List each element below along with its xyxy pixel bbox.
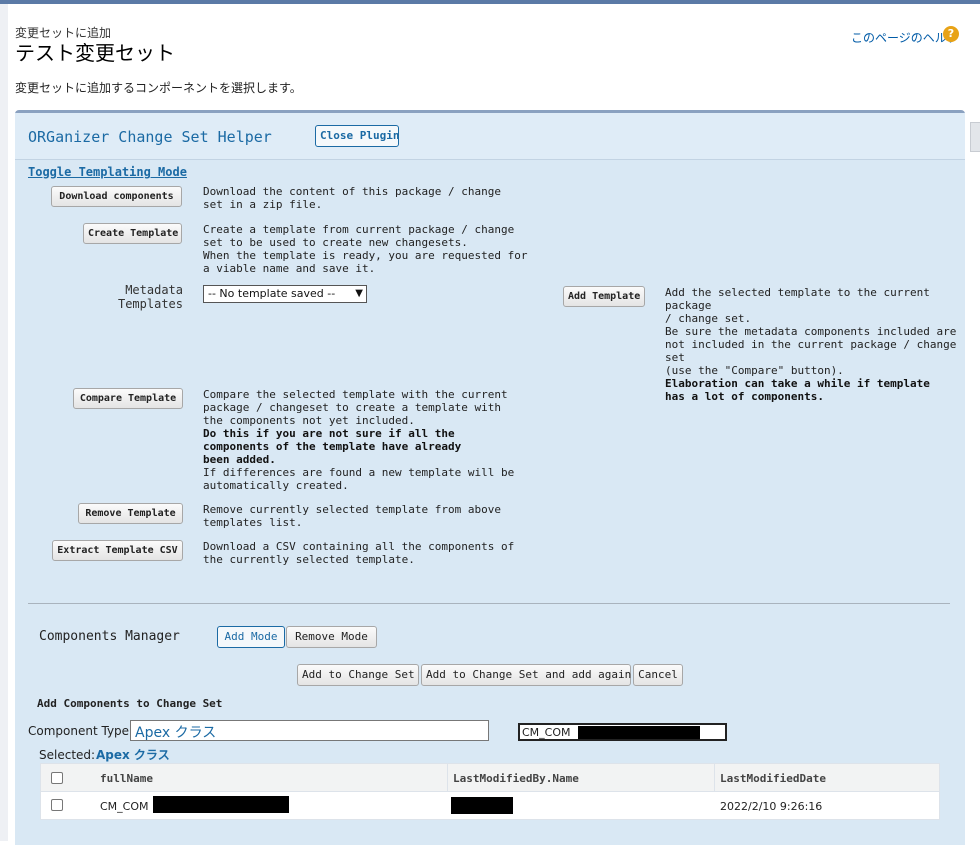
add-mode-button[interactable]: Add Mode [217, 626, 285, 648]
add-template-description: Add the selected template to the current… [665, 286, 957, 403]
components-manager-title: Components Manager [39, 629, 180, 644]
window-top-strip [0, 0, 980, 4]
metadata-templates-label: Metadata Templates [117, 283, 183, 311]
remove-template-button[interactable]: Remove Template [78, 503, 183, 524]
plugin-title: ORGanizer Change Set Helper [28, 128, 272, 146]
download-components-button[interactable]: Download components [51, 186, 182, 207]
add-and-again-button[interactable]: Add to Change Set and add again [421, 664, 631, 686]
selected-value: Apex クラス [96, 748, 170, 762]
template-select[interactable]: -- No template saved -- ▼ [203, 285, 367, 303]
selected-label: Selected: [39, 748, 96, 762]
section-divider [28, 603, 950, 604]
remove-mode-button[interactable]: Remove Mode [286, 626, 377, 648]
column-separator [714, 764, 715, 792]
cancel-button[interactable]: Cancel [633, 664, 683, 686]
redaction-bar [153, 796, 289, 813]
redaction-bar [578, 726, 700, 739]
column-fullname[interactable]: fullName [100, 772, 153, 785]
close-plugin-button[interactable]: Close Plugin [315, 125, 399, 147]
add-components-heading: Add Components to Change Set [37, 697, 223, 710]
add-template-button[interactable]: Add Template [563, 286, 645, 307]
column-lastmodifiedby[interactable]: LastModifiedBy.Name [453, 772, 579, 785]
component-type-input[interactable]: Apex クラス [130, 720, 489, 741]
help-question-icon[interactable]: ? [943, 26, 959, 42]
toggle-templating-mode-link[interactable]: Toggle Templating Mode [28, 165, 187, 179]
download-description: Download the content of this package / c… [203, 185, 502, 211]
create-template-button[interactable]: Create Template [83, 223, 182, 244]
select-all-checkbox[interactable] [51, 772, 63, 784]
component-type-label: Component Type: [28, 724, 134, 738]
left-sidebar-edge [0, 4, 8, 841]
column-separator [447, 764, 448, 792]
page-description: 変更セットに追加するコンポーネントを選択します。 [15, 81, 302, 95]
cell-fullname: CM_COM [100, 800, 149, 813]
scrollbar-handle[interactable] [970, 122, 980, 152]
panel-header: ORGanizer Change Set Helper Close Plugin [15, 113, 965, 160]
filter-input[interactable]: CM_COM [518, 723, 727, 741]
remove-description: Remove currently selected template from … [203, 503, 502, 529]
extract-template-csv-button[interactable]: Extract Template CSV [52, 540, 183, 561]
compare-description: Compare the selected template with the c… [203, 388, 515, 492]
row-checkbox[interactable] [51, 799, 63, 811]
compare-template-button[interactable]: Compare Template [73, 388, 183, 409]
add-to-change-set-button[interactable]: Add to Change Set [297, 664, 419, 686]
table-header: fullName LastModifiedBy.Name LastModifie… [41, 764, 939, 792]
chevron-down-icon: ▼ [355, 288, 363, 299]
extract-description: Download a CSV containing all the compon… [203, 540, 515, 566]
page-title: テスト変更セット [15, 41, 175, 65]
redaction-bar [451, 797, 513, 814]
cell-lastmodifieddate: 2022/2/10 9:26:16 [720, 800, 823, 813]
components-table: fullName LastModifiedBy.Name LastModifie… [40, 763, 940, 820]
change-set-helper-panel: ORGanizer Change Set Helper Close Plugin… [15, 110, 965, 845]
create-description: Create a template from current package /… [203, 223, 528, 275]
column-lastmodifieddate[interactable]: LastModifiedDate [720, 772, 826, 785]
